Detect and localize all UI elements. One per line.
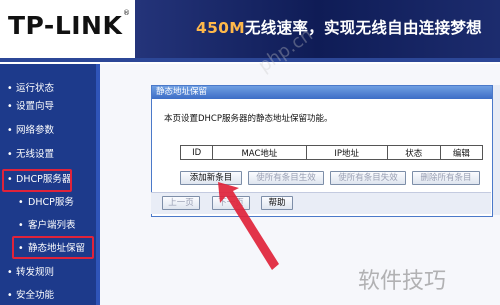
slogan-speed: 450M xyxy=(196,19,245,37)
sidebar-item-forwarding[interactable]: • 转发规则 xyxy=(0,264,96,282)
reservation-table: ID MAC地址 IP地址 状态 编辑 xyxy=(179,145,484,160)
sidebar-item-status[interactable]: • 运行状态 xyxy=(0,80,96,98)
bullet-icon: • xyxy=(18,243,24,254)
bullet-icon: • xyxy=(7,101,13,112)
sidebar-item-label: DHCP服务 xyxy=(28,197,74,208)
next-page-button[interactable]: 下一页 xyxy=(212,196,250,210)
enable-all-button[interactable]: 使所有条目生效 xyxy=(248,171,324,185)
sidebar-item-label: 安全功能 xyxy=(16,290,55,301)
sidebar-item-network[interactable]: • 网络参数 xyxy=(0,122,96,140)
sidebar-item-dhcp-service[interactable]: • DHCP服务 xyxy=(0,194,96,212)
bullet-icon: • xyxy=(7,125,13,136)
sidebar-item-label: 转发规则 xyxy=(16,267,55,278)
sidebar-item-wireless[interactable]: • 无线设置 xyxy=(0,146,96,164)
bullet-icon: • xyxy=(7,83,13,94)
sidebar-menu: • 运行状态 • 设置向导 • 网络参数 • 无线设置 • DHCP服务器 • … xyxy=(0,64,100,305)
col-edit: 编辑 xyxy=(439,145,484,160)
bullet-icon: • xyxy=(7,174,13,185)
disable-all-button[interactable]: 使所有条目失效 xyxy=(330,171,406,185)
sidebar-item-label: 网络参数 xyxy=(16,125,55,136)
bullet-icon: • xyxy=(18,220,24,231)
sidebar-item-label: 运行状态 xyxy=(16,83,55,94)
logo-text: TP-LINK xyxy=(8,11,123,40)
add-entry-button[interactable]: 添加新条目 xyxy=(180,171,242,185)
bottom-toolbar xyxy=(151,192,491,214)
col-ip: IP地址 xyxy=(305,145,388,160)
col-status: 状态 xyxy=(386,145,441,160)
sidebar-item-client-list[interactable]: • 客户端列表 xyxy=(0,217,96,235)
col-id: ID xyxy=(179,145,214,160)
sidebar-item-dhcp-server[interactable]: • DHCP服务器 xyxy=(0,171,96,189)
bullet-icon: • xyxy=(18,197,24,208)
slogan-text: 无线速率，实现无线自由连接梦想 xyxy=(244,19,482,37)
header-divider xyxy=(0,58,500,62)
delete-all-button[interactable]: 删除所有条目 xyxy=(412,171,480,185)
sidebar-item-static-reservation[interactable]: • 静态地址保留 xyxy=(0,240,96,258)
sidebar-item-label: 静态地址保留 xyxy=(28,243,86,254)
tp-link-logo: TP-LINK ® xyxy=(0,0,135,58)
sidebar-item-label: 无线设置 xyxy=(16,149,55,160)
registered-mark: ® xyxy=(123,9,130,17)
sidebar-item-wizard[interactable]: • 设置向导 xyxy=(0,98,96,116)
bullet-icon: • xyxy=(7,267,13,278)
sidebar-item-security[interactable]: • 安全功能 xyxy=(0,287,96,305)
help-button[interactable]: 帮助 xyxy=(261,196,293,210)
header-slogan: 450M无线速率，实现无线自由连接梦想 xyxy=(196,16,482,38)
panel-title: 静态地址保留 xyxy=(152,86,492,99)
sidebar-item-label: 设置向导 xyxy=(16,101,55,112)
bullet-icon: • xyxy=(7,149,13,160)
bullet-icon: • xyxy=(7,290,13,301)
sidebar-item-label: DHCP服务器 xyxy=(16,174,72,185)
prev-page-button[interactable]: 上一页 xyxy=(162,196,200,210)
panel-description: 本页设置DHCP服务器的静态地址保留功能。 xyxy=(164,114,333,124)
header-banner: TP-LINK ® 450M无线速率，实现无线自由连接梦想 xyxy=(0,0,500,62)
sidebar-item-label: 客户端列表 xyxy=(28,220,76,231)
table-header-row: ID MAC地址 IP地址 状态 编辑 xyxy=(179,145,484,160)
col-mac: MAC地址 xyxy=(212,145,307,160)
